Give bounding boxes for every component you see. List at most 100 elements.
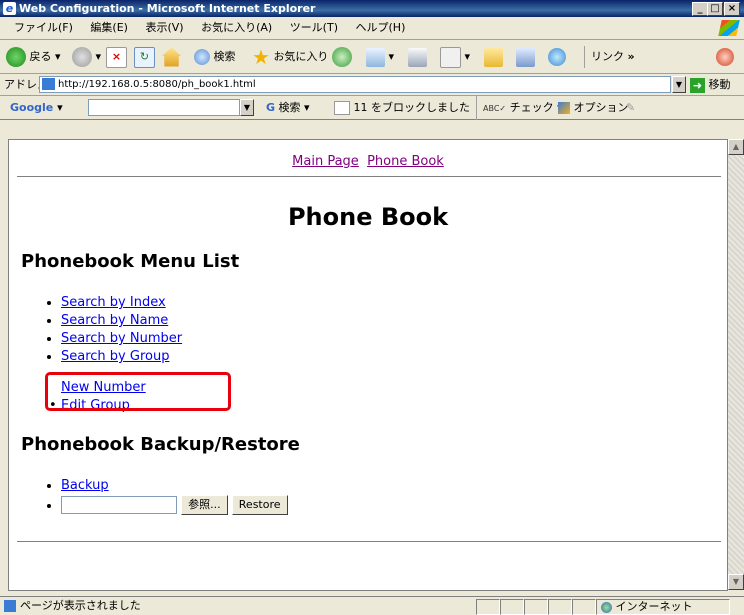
status-segment (500, 599, 524, 615)
abc-check-icon: ABC✓ (483, 104, 507, 113)
menu-file[interactable]: ファイル(F) (14, 21, 73, 34)
list-item: 参照... Restore (61, 495, 727, 515)
main-page-link[interactable]: Main Page (292, 154, 359, 169)
restore-button[interactable]: Restore (231, 495, 288, 515)
back-button[interactable]: 戻る ▾ (6, 46, 61, 68)
edit-button[interactable]: ▾ (440, 46, 470, 68)
status-segment (476, 599, 500, 615)
print-icon (408, 47, 427, 67)
star-icon: ★ (252, 45, 270, 69)
search-by-group-link[interactable]: Search by Group (61, 349, 169, 364)
research-button[interactable] (516, 46, 535, 68)
spell-check-label: チェック (509, 101, 554, 114)
vertical-scrollbar[interactable]: ▲ ▼ (728, 139, 744, 590)
mail-button[interactable]: ▾ (366, 46, 394, 68)
search-by-number-link[interactable]: Search by Number (61, 331, 182, 346)
pencil-icon[interactable]: ✎ (626, 96, 635, 119)
address-input[interactable]: http://192.168.0.5:8080/ph_book1.html (39, 76, 671, 93)
go-button[interactable]: ➜ 移動 (690, 74, 731, 95)
backup-list: Backup 参照... Restore (9, 477, 727, 515)
popup-blocked-label: 11 をブロックしました (353, 101, 471, 114)
messenger-button[interactable] (548, 46, 566, 68)
window-title: Web Configuration - Microsoft Internet E… (19, 2, 316, 15)
forward-button[interactable]: ▾ (72, 46, 101, 68)
search-icon (194, 49, 210, 65)
links-label: リンク (591, 50, 624, 63)
folder-icon (484, 47, 503, 67)
spell-check-button[interactable]: ABC✓ チェック ▾ (476, 96, 563, 120)
google-search-input[interactable] (88, 99, 240, 116)
home-button[interactable] (162, 46, 181, 68)
restore-file-input[interactable] (61, 496, 177, 514)
scroll-up-button[interactable]: ▲ (728, 139, 744, 155)
favorites-button[interactable]: ★ お気に入り (252, 46, 328, 68)
scroll-down-button[interactable]: ▼ (728, 574, 744, 590)
google-search-label: 検索 (278, 101, 301, 114)
forward-arrow-icon (72, 47, 92, 67)
search-by-index-link[interactable]: Search by Index (61, 295, 166, 310)
menu-edit[interactable]: 編集(E) (90, 21, 128, 34)
folder-button[interactable] (484, 46, 503, 68)
menu-heading: Phonebook Menu List (21, 251, 240, 272)
backup-link[interactable]: Backup (61, 478, 109, 493)
backup-heading: Phonebook Backup/Restore (21, 434, 300, 455)
stop-button[interactable]: × (106, 46, 127, 68)
links-button[interactable]: リンク » (584, 46, 635, 68)
google-logo[interactable]: Google ▾ (10, 101, 63, 114)
title-bar[interactable]: e Web Configuration - Microsoft Internet … (0, 0, 744, 17)
menu-favorites[interactable]: お気に入り(A) (201, 21, 272, 34)
phone-book-link[interactable]: Phone Book (367, 154, 444, 169)
options-icon (558, 102, 570, 114)
status-bar: ページが表示されました インターネット (0, 596, 744, 615)
messenger-icon (548, 48, 566, 66)
google-g-icon: G (266, 101, 276, 114)
back-label: 戻る (29, 50, 52, 63)
popup-blocked-icon (334, 101, 350, 115)
home-icon (162, 47, 181, 67)
google-toolbar: Google ▾ ▼ G 検索 ▾ 11 をブロックしました ABC✓ チェック… (0, 96, 744, 120)
links-chevron: » (627, 50, 635, 63)
history-button[interactable] (332, 46, 352, 68)
minimize-button[interactable]: _ (692, 2, 708, 16)
back-arrow-icon (6, 47, 26, 67)
stop-icon: × (106, 46, 127, 68)
maximize-button[interactable]: □ (707, 2, 723, 16)
research-icon (516, 47, 535, 67)
top-divider (17, 176, 721, 177)
options-label: オプション (573, 101, 629, 114)
menu-view[interactable]: 表示(V) (145, 21, 183, 34)
history-icon (332, 47, 352, 67)
google-dropdown-button[interactable]: ▼ (240, 99, 254, 116)
address-bar: アドレス(D) http://192.168.0.5:8080/ph_book1… (0, 74, 744, 96)
search-button[interactable]: 検索 (194, 46, 236, 68)
security-zone: インターネット (596, 599, 730, 615)
zone-label: インターネット (615, 600, 693, 613)
list-item: Search by Index (61, 294, 727, 312)
mail-icon (366, 47, 385, 67)
print-button[interactable] (408, 46, 427, 68)
page-icon (42, 78, 55, 90)
popup-blocker-button[interactable]: 11 をブロックしました (334, 96, 470, 119)
menu-tools[interactable]: ツール(T) (290, 21, 338, 34)
google-search-button[interactable]: G 検索 ▾ (266, 96, 310, 119)
bottom-divider (17, 541, 721, 542)
refresh-icon: ↻ (134, 46, 155, 68)
refresh-button[interactable]: ↻ (134, 46, 155, 68)
list-item: Search by Name (61, 312, 727, 330)
menu-bar: ファイル(F) 編集(E) 表示(V) お気に入り(A) ツール(T) ヘルプ(… (0, 17, 744, 40)
menu-help[interactable]: ヘルプ(H) (356, 21, 406, 34)
list-item: Search by Group (61, 348, 727, 366)
address-dropdown-button[interactable]: ▼ (672, 76, 686, 93)
ie-logo-icon: e (3, 2, 16, 15)
options-button[interactable]: オプション (558, 96, 629, 119)
status-segment (572, 599, 596, 615)
toolbar-extra-button[interactable] (716, 46, 734, 68)
browse-button[interactable]: 参照... (181, 495, 228, 515)
list-item: Search by Number (61, 330, 727, 348)
windows-logo-icon (718, 20, 740, 36)
edit-section: New Number • Edit Group (9, 372, 727, 418)
top-nav: Main Page Phone Book (9, 154, 727, 169)
close-button[interactable]: × (724, 2, 740, 16)
search-by-name-link[interactable]: Search by Name (61, 313, 168, 328)
search-label: 検索 (213, 50, 236, 63)
